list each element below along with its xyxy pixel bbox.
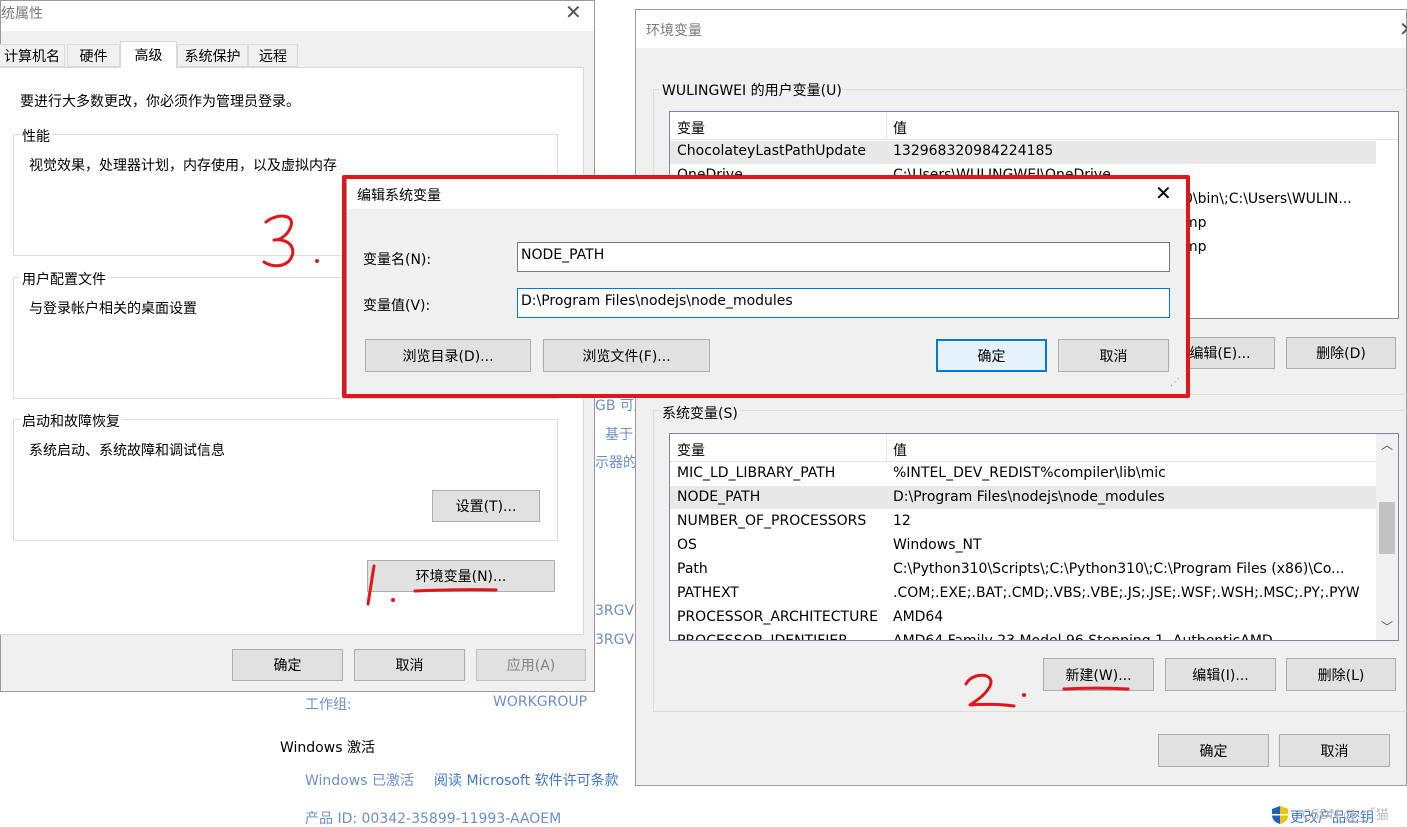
startup-group [13,419,558,541]
workgroup-label: 工作组: [305,697,352,713]
var-value-input[interactable]: D:\Program Files\nodejs\node_modules [517,288,1170,318]
close-icon[interactable]: ✕ [1155,181,1172,205]
editdlg-titlebar [347,178,1188,209]
user-col-var[interactable]: 变量 [677,118,705,138]
sys-var-name: PROCESSOR_ARCHITECTURE [677,609,878,625]
activation-title: Windows 激活 [280,740,375,756]
sys-var-name: MIC_LD_LIBRARY_PATH [677,465,836,481]
close-icon[interactable]: ✕ [565,0,582,24]
envvars-cancel-button[interactable]: 取消 [1279,734,1390,767]
tab-item[interactable]: 远程 [248,44,298,67]
sys-var-name: Path [677,561,708,577]
sys-scrollbar[interactable]: ︿ ﹀ [1376,434,1398,640]
user-vars-title: WULINGWEI 的用户变量(U) [660,80,844,100]
sys-var-value: %INTEL_DEV_REDIST%compiler\lib\mic [893,465,1166,481]
background-fragment: 3RGV [595,632,635,648]
sys-var-name: NUMBER_OF_PROCESSORS [677,513,867,529]
sys-list-header [670,434,1376,462]
user-var-value: 132968320984224185 [893,143,1054,159]
workgroup-value: WORKGROUP [493,694,588,710]
profiles-title: 用户配置文件 [20,269,108,289]
editdlg-title: 编辑系统变量 [357,188,441,204]
sys-var-name: OS [677,537,697,553]
var-name-label: 变量名(N): [363,252,432,268]
sys-col-var[interactable]: 变量 [677,440,705,460]
startup-title: 启动和故障恢复 [20,411,122,431]
background-fragment: GB 可用 [595,398,635,414]
product-id: 产品 ID: 00342-35899-11993-AAOEM [305,811,562,827]
editdlg-ok-button[interactable]: 确定 [936,339,1047,372]
user-delete-button[interactable]: 删除(D) [1286,337,1396,369]
system-vars-title: 系统变量(S) [660,403,740,423]
sys-delete-button[interactable]: 删除(L) [1286,658,1396,691]
resize-grip-icon[interactable]: ⋰ [1170,377,1180,388]
sys-var-value: AMD64 [893,609,944,625]
tab-item[interactable]: 计算机名 [0,44,65,67]
tab-item[interactable]: 系统保护 [177,44,248,67]
environment-variables-button[interactable]: 环境变量(N)... [367,560,555,592]
sys-var-value: .COM;.EXE;.BAT;.CMD;.VBS;.VBE;.JS;.JSE;.… [893,585,1360,601]
scroll-thumb[interactable] [1379,502,1395,554]
activated-status: Windows 已激活 [305,773,414,789]
startup-settings-button[interactable]: 设置(T)... [432,490,540,522]
scroll-up-icon[interactable]: ︿ [1381,436,1393,453]
var-name-value: NODE_PATH [521,247,605,263]
environment-variables-dialog: 环境变量 ✕ WULINGWEI 的用户变量(U) 变量 值 Chocolate… [635,9,1407,786]
tab-item[interactable]: 硬件 [67,44,120,67]
sys-var-value: C:\Python310\Scripts\;C:\Python310\;C:\P… [893,561,1345,577]
close-icon[interactable]: ✕ [1399,17,1407,41]
user-var-value: mp [1184,215,1207,231]
sys-var-name: PATHEXT [677,585,739,601]
user-col-val[interactable]: 值 [893,118,907,138]
license-terms-link[interactable]: 阅读 Microsoft 软件许可条款 [434,770,619,790]
browse-file-button[interactable]: 浏览文件(F)... [543,339,710,372]
sysprops-cancel-button[interactable]: 取消 [354,649,465,681]
var-name-input[interactable]: NODE_PATH [517,242,1170,272]
shield-icon [1271,805,1289,825]
startup-desc: 系统启动、系统故障和调试信息 [29,443,225,459]
tab-advanced[interactable]: 高级 [120,41,177,68]
sys-var-value: Windows_NT [893,537,982,553]
browse-directory-button[interactable]: 浏览目录(D)... [365,339,531,372]
var-value-text: D:\Program Files\nodejs\node_modules [521,293,793,309]
envvars-titlebar [636,10,1406,48]
user-var-value: mp [1184,239,1207,255]
user-list-header [670,112,1398,140]
sys-header-divider [886,434,887,462]
sys-new-button[interactable]: 新建(W)... [1043,658,1154,691]
sys-var-name: PROCESSOR_IDENTIFIER [677,633,848,641]
system-vars-list[interactable]: 变量 值 MIC_LD_LIBRARY_PATH %INTEL_DEV_REDIS… [669,433,1399,641]
background-fragment: 3RGV [595,603,635,619]
edit-system-variable-dialog: 编辑系统变量 ✕ 变量名(N): NODE_PATH 变量值(V): D:\Pr… [346,177,1189,395]
performance-desc: 视觉效果，处理器计划，内存使用，以及虚拟内存 [29,158,337,174]
user-var-name: ChocolateyLastPathUpdate [677,143,866,159]
background-fragment: 示器的 [595,455,635,471]
scroll-down-icon[interactable]: ﹀ [1381,618,1393,635]
sysprops-apply-button[interactable]: 应用(A) [476,649,586,681]
envvars-ok-button[interactable]: 确定 [1158,734,1269,767]
admin-note: 要进行大多数更改，你必须作为管理员登录。 [20,94,300,110]
profiles-desc: 与登录帐户相关的桌面设置 [29,301,197,317]
user-header-divider [886,112,887,140]
sys-col-val[interactable]: 值 [893,440,907,460]
var-value-label: 变量值(V): [363,298,431,314]
csdn-watermark: CSDN @_「猫 [1302,808,1389,823]
sysprops-title: 系统属性 [0,6,43,22]
envvars-title: 环境变量 [646,23,702,39]
sysprops-ok-button[interactable]: 确定 [232,649,343,681]
sys-var-value: 12 [893,513,911,529]
performance-title: 性能 [20,126,52,146]
sys-var-value: D:\Program Files\nodejs\node_modules [893,489,1165,505]
sys-var-name: NODE_PATH [677,489,761,505]
user-var-value: 0\bin\;C:\Users\WULIN... [1184,191,1352,207]
sysprops-titlebar [1,1,594,31]
sys-var-value: AMD64 Family 23 Model 96 Stepping 1, Aut… [893,633,1273,641]
editdlg-cancel-button[interactable]: 取消 [1058,339,1169,372]
sys-edit-button[interactable]: 编辑(I)... [1165,658,1276,691]
